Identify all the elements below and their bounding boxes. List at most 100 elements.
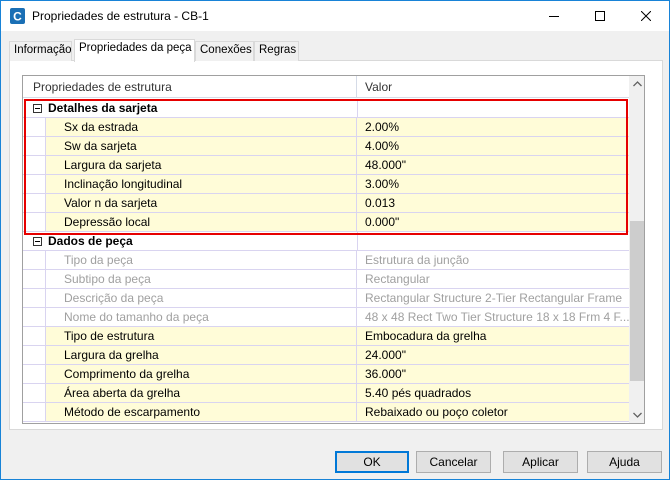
property-value: 48 x 48 Rect Two Tier Structure 18 x 18 …	[357, 308, 629, 326]
properties-dialog: C Propriedades de estrutura - CB-1 Infor…	[0, 0, 670, 480]
row-gutter	[23, 137, 45, 155]
tab-propriedades-da-peca[interactable]: Propriedades da peça	[74, 39, 195, 62]
svg-text:C: C	[13, 10, 22, 24]
property-name: Inclinação longitudinal	[45, 175, 357, 193]
property-name: Largura da sarjeta	[45, 156, 357, 174]
tab-label: Propriedades da peça	[79, 42, 192, 54]
property-name: Valor n da sarjeta	[45, 194, 357, 212]
column-header-property[interactable]: Propriedades de estrutura	[23, 76, 357, 98]
property-value[interactable]: 24.000"	[357, 346, 629, 364]
row-gutter	[23, 156, 45, 174]
maximize-button[interactable]	[577, 1, 623, 31]
row-gutter	[23, 270, 45, 288]
row-gutter	[23, 346, 45, 364]
property-row[interactable]: Tipo de estrutura Embocadura da grelha	[23, 327, 629, 346]
property-value: Rectangular	[357, 270, 629, 288]
tab-label: Regras	[259, 44, 297, 56]
property-value[interactable]: Rebaixado ou poço coletor	[357, 403, 629, 421]
collapse-toggle-icon[interactable]	[33, 104, 42, 113]
row-gutter	[23, 118, 45, 136]
close-button[interactable]	[623, 1, 669, 31]
minimize-button[interactable]	[531, 1, 577, 31]
row-gutter	[23, 175, 45, 193]
row-gutter	[23, 327, 45, 345]
row-gutter	[23, 194, 45, 212]
group-label: Dados de peça	[48, 234, 133, 248]
scroll-down-button[interactable]	[629, 407, 644, 423]
property-grid: Propriedades de estrutura Valor Detalhes…	[22, 75, 645, 424]
property-row[interactable]: Tipo da peça Estrutura da junção	[23, 251, 629, 270]
column-divider	[357, 99, 358, 117]
collapse-toggle-icon[interactable]	[33, 237, 42, 246]
property-row[interactable]: Nome do tamanho da peça 48 x 48 Rect Two …	[23, 308, 629, 327]
chevron-up-icon	[632, 81, 642, 87]
row-gutter	[23, 365, 45, 383]
property-value[interactable]: Embocadura da grelha	[357, 327, 629, 345]
help-button[interactable]: Ajuda	[587, 451, 662, 473]
tab-conexoes[interactable]: Conexões	[195, 41, 254, 61]
property-name: Comprimento da grelha	[45, 365, 357, 383]
scrollbar-thumb[interactable]	[630, 221, 644, 381]
cancel-button[interactable]: Cancelar	[416, 451, 491, 473]
maximize-icon	[595, 11, 605, 21]
property-name: Subtipo da peça	[45, 270, 357, 288]
property-name: Largura da grelha	[45, 346, 357, 364]
row-gutter	[23, 251, 45, 269]
property-row[interactable]: Sw da sarjeta 4.00%	[23, 137, 629, 156]
property-value[interactable]: 4.00%	[357, 137, 629, 155]
row-gutter	[23, 403, 45, 421]
property-value[interactable]: 5.40 pés quadrados	[357, 384, 629, 402]
group-label: Detalhes da sarjeta	[48, 101, 158, 115]
vertical-scrollbar[interactable]	[629, 76, 644, 423]
row-gutter	[23, 384, 45, 402]
property-row[interactable]: Inclinação longitudinal 3.00%	[23, 175, 629, 194]
property-row[interactable]: Depressão local 0.000"	[23, 213, 629, 232]
row-gutter	[23, 289, 45, 307]
property-name: Tipo da peça	[45, 251, 357, 269]
column-header-value[interactable]: Valor	[357, 76, 629, 98]
group-row[interactable]: Dados de peça	[23, 232, 629, 251]
column-divider	[357, 232, 358, 250]
minimize-icon	[549, 16, 559, 17]
property-value: Estrutura da junção	[357, 251, 629, 269]
property-row[interactable]: Sx da estrada 2.00%	[23, 118, 629, 137]
tab-informacao[interactable]: Informação	[9, 41, 72, 61]
property-value[interactable]: 0.000"	[357, 213, 629, 231]
close-icon	[641, 11, 651, 21]
property-name: Método de escarpamento	[45, 403, 357, 421]
scroll-up-button[interactable]	[629, 76, 644, 92]
property-name: Descrição da peça	[45, 289, 357, 307]
window-title: Propriedades de estrutura - CB-1	[32, 9, 209, 23]
property-value: Rectangular Structure 2-Tier Rectangular…	[357, 289, 629, 307]
property-value[interactable]: 36.000"	[357, 365, 629, 383]
property-row[interactable]: Largura da sarjeta 48.000"	[23, 156, 629, 175]
property-name: Área aberta da grelha	[45, 384, 357, 402]
property-row[interactable]: Método de escarpamento Rebaixado ou poço …	[23, 403, 629, 422]
property-name: Sw da sarjeta	[45, 137, 357, 155]
apply-button[interactable]: Aplicar	[503, 451, 578, 473]
property-row[interactable]: Valor n da sarjeta 0.013	[23, 194, 629, 213]
property-row[interactable]: Largura da grelha 24.000"	[23, 346, 629, 365]
tab-regras[interactable]: Regras	[254, 41, 299, 61]
property-value[interactable]: 0.013	[357, 194, 629, 212]
property-value[interactable]: 3.00%	[357, 175, 629, 193]
property-value[interactable]: 2.00%	[357, 118, 629, 136]
chevron-down-icon	[632, 412, 642, 418]
property-row[interactable]: Descrição da peça Rectangular Structure 2…	[23, 289, 629, 308]
tab-label: Informação	[14, 44, 72, 56]
grid-header: Propriedades de estrutura Valor	[23, 76, 629, 98]
property-value[interactable]: 48.000"	[357, 156, 629, 174]
tab-label: Conexões	[200, 44, 252, 56]
title-bar[interactable]: C Propriedades de estrutura - CB-1	[1, 1, 669, 31]
property-name: Sx da estrada	[45, 118, 357, 136]
property-row[interactable]: Área aberta da grelha 5.40 pés quadrados	[23, 384, 629, 403]
property-row[interactable]: Comprimento da grelha 36.000"	[23, 365, 629, 384]
group-row[interactable]: Detalhes da sarjeta	[23, 99, 629, 118]
property-name: Depressão local	[45, 213, 357, 231]
civil3d-c-icon: C	[10, 8, 25, 24]
ok-button[interactable]: OK	[335, 451, 409, 473]
row-gutter	[23, 213, 45, 231]
row-gutter	[23, 308, 45, 326]
property-name: Nome do tamanho da peça	[45, 308, 357, 326]
property-row[interactable]: Subtipo da peça Rectangular	[23, 270, 629, 289]
